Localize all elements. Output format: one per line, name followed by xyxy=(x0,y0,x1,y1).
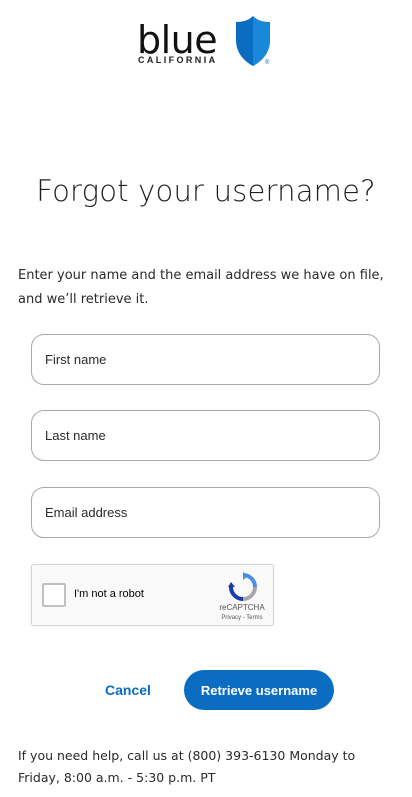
help-text: If you need help, call us at (800) 393-6… xyxy=(18,748,356,785)
page-title: Forgot your username? xyxy=(36,174,376,208)
recaptcha-icon xyxy=(228,572,257,601)
shield-icon xyxy=(236,16,270,66)
registered-mark: ® xyxy=(265,60,270,66)
first-name-field[interactable] xyxy=(31,334,380,385)
logo-subtitle: CALIFORNIA xyxy=(138,55,218,65)
email-field[interactable] xyxy=(31,487,380,538)
email-input[interactable] xyxy=(32,488,379,537)
blue-shield-california-logo: blue CALIFORNIA ® xyxy=(137,14,277,68)
retrieve-username-button[interactable]: Retrieve username xyxy=(184,670,334,710)
logo-wordmark: blue xyxy=(137,18,218,62)
cancel-button[interactable]: Cancel xyxy=(105,682,151,698)
recaptcha-checkbox[interactable] xyxy=(42,583,66,607)
recaptcha-brand: reCAPTCHA xyxy=(219,603,265,612)
last-name-field[interactable] xyxy=(31,410,380,461)
first-name-input[interactable] xyxy=(32,335,379,384)
intro-text: Enter your name and the email address we… xyxy=(18,268,384,307)
recaptcha-widget: I'm not a robot reCAPTCHA Privacy - Term… xyxy=(31,564,274,626)
recaptcha-label: I'm not a robot xyxy=(74,588,144,600)
recaptcha-links[interactable]: Privacy - Terms xyxy=(212,615,272,621)
last-name-input[interactable] xyxy=(32,411,379,460)
